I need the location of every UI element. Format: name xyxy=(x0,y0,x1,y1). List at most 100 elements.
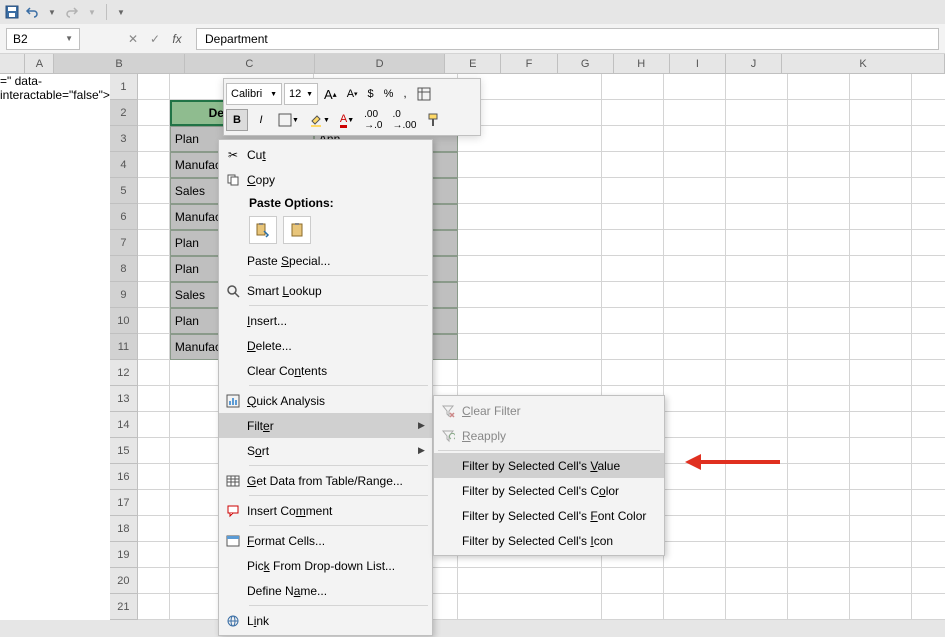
submenu-filter-by-color[interactable]: Filter by Selected Cell's Color xyxy=(434,478,664,503)
qat-customize-icon[interactable]: ▼ xyxy=(113,4,129,20)
row-header[interactable]: 16 xyxy=(110,464,138,490)
separator xyxy=(106,4,107,20)
menu-filter[interactable]: Filter▶ xyxy=(219,413,432,438)
italic-button[interactable]: I xyxy=(250,109,272,131)
comma-format-icon[interactable]: , xyxy=(399,83,410,105)
format-cells-icon xyxy=(219,534,247,548)
cancel-icon[interactable]: ✕ xyxy=(124,30,142,48)
redo-dropdown-icon[interactable]: ▼ xyxy=(84,4,100,20)
undo-dropdown-icon[interactable]: ▼ xyxy=(44,4,60,20)
row-header[interactable]: 11 xyxy=(110,334,138,360)
fill-color-icon[interactable]: ▼ xyxy=(305,109,334,131)
row-header[interactable]: 9 xyxy=(110,282,138,308)
menu-paste-special[interactable]: Paste Special... xyxy=(219,248,432,273)
submenu-reapply[interactable]: Reapply xyxy=(434,423,664,448)
menu-get-data[interactable]: Get Data from Table/Range... xyxy=(219,468,432,493)
row-header[interactable]: 4 xyxy=(110,152,138,178)
bold-button[interactable]: B xyxy=(226,109,248,131)
format-painter-icon[interactable] xyxy=(422,109,444,131)
redo-icon[interactable] xyxy=(64,4,80,20)
row-header[interactable]: 5 xyxy=(110,178,138,204)
accounting-format-icon[interactable]: $ xyxy=(364,83,378,105)
col-header-b[interactable]: B xyxy=(54,54,184,74)
row-header[interactable]: 10 xyxy=(110,308,138,334)
menu-pick-list[interactable]: Pick From Drop-down List... xyxy=(219,553,432,578)
copy-icon xyxy=(219,173,247,187)
row-header[interactable]: 3 xyxy=(110,126,138,152)
menu-insert[interactable]: Insert... xyxy=(219,308,432,333)
mini-toolbar: Calibri▼ 12▼ A▴ A▾ $ % , B I ▼ ▼ A▼ .00→… xyxy=(223,78,481,136)
menu-delete[interactable]: Delete... xyxy=(219,333,432,358)
paste-keep-source-icon[interactable] xyxy=(249,216,277,244)
row-header[interactable]: 17 xyxy=(110,490,138,516)
reapply-icon xyxy=(434,429,462,443)
fx-icon[interactable]: fx xyxy=(168,30,186,48)
row-header[interactable]: 18 xyxy=(110,516,138,542)
percent-format-icon[interactable]: % xyxy=(380,83,398,105)
select-all-corner[interactable] xyxy=(0,54,25,74)
menu-copy[interactable]: Copy xyxy=(219,167,432,192)
row-headers: 1 2 3 4 5 6 7 8 9 10 11 12 13 14 15 16 1… xyxy=(110,74,138,620)
menu-clear-contents[interactable]: Clear Contents xyxy=(219,358,432,383)
menu-insert-comment[interactable]: Insert Comment xyxy=(219,498,432,523)
col-header-d[interactable]: D xyxy=(315,54,445,74)
col-header-k[interactable]: K xyxy=(782,54,945,74)
row-header[interactable]: 8 xyxy=(110,256,138,282)
row-header[interactable]: 2 xyxy=(110,100,138,126)
borders-icon[interactable]: ▼ xyxy=(274,109,303,131)
col-header-e[interactable]: E xyxy=(445,54,501,74)
row-header[interactable]: 12 xyxy=(110,360,138,386)
font-name-value: Calibri xyxy=(231,88,262,100)
annotation-arrow xyxy=(685,450,785,477)
name-box-value: B2 xyxy=(13,32,28,46)
decrease-font-icon[interactable]: A▾ xyxy=(343,83,362,105)
paste-options-row xyxy=(219,212,432,248)
col-header-h[interactable]: H xyxy=(614,54,670,74)
chevron-right-icon: ▶ xyxy=(418,420,432,431)
row-header[interactable]: 13 xyxy=(110,386,138,412)
menu-define-name[interactable]: Define Name... xyxy=(219,578,432,603)
row-header[interactable]: 21 xyxy=(110,594,138,620)
formula-bar-value: Department xyxy=(205,32,268,46)
save-icon[interactable] xyxy=(4,4,20,20)
col-header-f[interactable]: F xyxy=(501,54,557,74)
row-header[interactable]: 1 xyxy=(110,74,138,100)
format-cells-icon[interactable] xyxy=(413,83,435,105)
col-header-i[interactable]: I xyxy=(670,54,726,74)
formula-bar-area: B2 ▼ ✕ ✓ fx Department xyxy=(0,24,945,54)
menu-smart-lookup[interactable]: Smart Lookup xyxy=(219,278,432,303)
increase-decimal-icon[interactable]: .0→.00 xyxy=(389,109,421,131)
submenu-clear-filter[interactable]: Clear Filter xyxy=(434,398,664,423)
paste-default-icon[interactable] xyxy=(283,216,311,244)
menu-quick-analysis[interactable]: Quick Analysis xyxy=(219,388,432,413)
filter-submenu: Clear Filter Reapply Filter by Selected … xyxy=(433,395,665,556)
row-header[interactable]: 15 xyxy=(110,438,138,464)
submenu-filter-by-font-color[interactable]: Filter by Selected Cell's Font Color xyxy=(434,503,664,528)
row-header[interactable]: 20 xyxy=(110,568,138,594)
col-header-g[interactable]: G xyxy=(558,54,614,74)
increase-font-icon[interactable]: A▴ xyxy=(320,83,341,105)
decrease-decimal-icon[interactable]: .00→.0 xyxy=(360,109,386,131)
undo-icon[interactable] xyxy=(24,4,40,20)
menu-link[interactable]: Link xyxy=(219,608,432,633)
name-box[interactable]: B2 ▼ xyxy=(6,28,80,50)
submenu-filter-by-value[interactable]: Filter by Selected Cell's Value xyxy=(434,453,664,478)
col-header-j[interactable]: J xyxy=(726,54,782,74)
formula-bar[interactable]: Department xyxy=(196,28,939,50)
row-header[interactable]: 19 xyxy=(110,542,138,568)
menu-cut[interactable]: ✂Cut xyxy=(219,142,432,167)
menu-sort[interactable]: Sort▶ xyxy=(219,438,432,463)
row-header[interactable]: 7 xyxy=(110,230,138,256)
row-header[interactable]: 14 xyxy=(110,412,138,438)
enter-icon[interactable]: ✓ xyxy=(146,30,164,48)
submenu-filter-by-icon[interactable]: Filter by Selected Cell's Icon xyxy=(434,528,664,553)
font-size-combo[interactable]: 12▼ xyxy=(284,83,318,105)
menu-format-cells[interactable]: Format Cells... xyxy=(219,528,432,553)
col-header-a[interactable]: A xyxy=(25,54,54,74)
row-header[interactable]: 6 xyxy=(110,204,138,230)
chevron-down-icon[interactable]: ▼ xyxy=(65,34,73,43)
font-color-icon[interactable]: A▼ xyxy=(336,109,358,131)
col-header-c[interactable]: C xyxy=(185,54,315,74)
font-name-combo[interactable]: Calibri▼ xyxy=(226,83,282,105)
paste-options-label: Paste Options: xyxy=(219,192,432,212)
